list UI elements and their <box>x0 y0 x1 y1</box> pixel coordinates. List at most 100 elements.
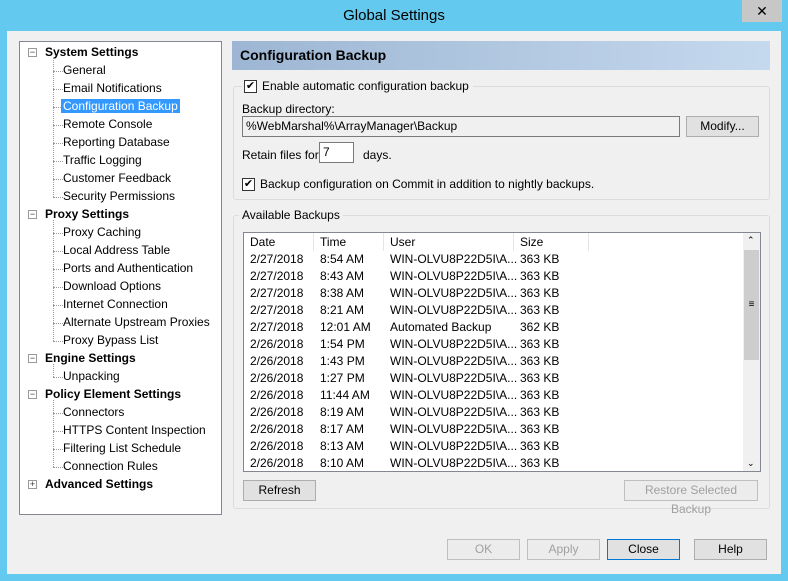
table-row[interactable]: 2/27/2018 8:54 AM WIN-OLVU8P22D5I\A... 363 … <box>244 251 744 268</box>
tree-item[interactable]: Configuration Backup <box>61 98 180 115</box>
table-row[interactable]: 2/26/2018 8:10 AM WIN-OLVU8P22D5I\A... 363 … <box>244 455 744 471</box>
close-button[interactable]: Close <box>607 539 680 560</box>
tree-item-label: Email Notifications <box>63 81 162 95</box>
column-header[interactable]: Time <box>314 233 384 251</box>
table-cell: 363 KB <box>520 405 560 419</box>
tree-item[interactable]: General <box>63 62 106 79</box>
scroll-up-icon[interactable]: ⌃ <box>747 235 755 246</box>
table-cell: 2/26/2018 <box>250 422 304 436</box>
tree-item[interactable]: Connection Rules <box>63 458 158 475</box>
table-row[interactable]: 2/27/2018 8:43 AM WIN-OLVU8P22D5I\A... 363 … <box>244 268 744 285</box>
settings-tree[interactable]: − System Settings General Email Notificatio… <box>19 41 222 515</box>
collapse-icon[interactable]: − <box>28 390 37 399</box>
tree-item[interactable]: Filtering List Schedule <box>63 440 181 457</box>
tree-item[interactable]: Remote Console <box>63 116 152 133</box>
table-cell: 363 KB <box>520 286 560 300</box>
tree-connector <box>53 58 54 197</box>
table-row[interactable]: 2/26/2018 1:43 PM WIN-OLVU8P22D5I\A... 363 … <box>244 353 744 370</box>
tree-group[interactable]: Advanced Settings <box>45 476 153 493</box>
enable-backup-checkbox[interactable]: ✔ Enable automatic configuration backup <box>242 78 473 95</box>
tree-item[interactable]: Email Notifications <box>63 80 162 97</box>
table-cell: 8:38 AM <box>320 286 365 300</box>
table-cell: 8:43 AM <box>320 269 365 283</box>
table-row[interactable]: 2/27/2018 12:01 AM Automated Backup 362 KB <box>244 319 744 336</box>
tree-connector <box>53 143 63 144</box>
ok-button[interactable]: OK <box>447 539 520 560</box>
table-row[interactable]: 2/26/2018 8:13 AM WIN-OLVU8P22D5I\A... 363 … <box>244 438 744 455</box>
refresh-button[interactable]: Refresh <box>243 480 316 501</box>
table-row[interactable]: 2/26/2018 11:44 AM WIN-OLVU8P22D5I\A... 363… <box>244 387 744 404</box>
tree-item[interactable]: Unpacking <box>63 368 120 385</box>
collapse-icon[interactable]: − <box>28 354 37 363</box>
window-close-button[interactable]: ✕ <box>742 0 782 22</box>
table-cell: WIN-OLVU8P22D5I\A... <box>390 337 518 351</box>
tree-connector <box>53 71 63 72</box>
table-cell: 363 KB <box>520 354 560 368</box>
table-cell: 363 KB <box>520 422 560 436</box>
tree-item[interactable]: Traffic Logging <box>63 152 142 169</box>
table-row[interactable]: 2/26/2018 8:19 AM WIN-OLVU8P22D5I\A... 363 … <box>244 404 744 421</box>
tree-item[interactable]: Alternate Upstream Proxies <box>63 314 210 331</box>
tree-item[interactable]: Local Address Table <box>63 242 170 259</box>
check-icon: ✔ <box>244 80 257 94</box>
column-header[interactable]: Date <box>244 233 314 251</box>
table-row[interactable]: 2/27/2018 8:38 AM WIN-OLVU8P22D5I\A... 363 … <box>244 285 744 302</box>
tree-item-label: Customer Feedback <box>63 171 172 185</box>
check-icon: ✔ <box>242 178 255 192</box>
tree-item[interactable]: Proxy Caching <box>63 224 141 241</box>
tree-item[interactable]: Reporting Database <box>63 134 170 151</box>
modify-button[interactable]: Modify... <box>686 116 759 137</box>
tree-connector <box>53 467 63 468</box>
tree-group[interactable]: Policy Element Settings <box>45 386 181 403</box>
tree-item[interactable]: Proxy Bypass List <box>63 332 158 349</box>
apply-button[interactable]: Apply <box>527 539 600 560</box>
enable-backup-label: Enable automatic configuration backup <box>262 79 469 93</box>
scroll-down-icon[interactable]: ⌄ <box>747 458 755 469</box>
table-cell: 2/27/2018 <box>250 269 304 283</box>
column-header[interactable]: Size <box>514 233 589 251</box>
tree-item[interactable]: Download Options <box>63 278 161 295</box>
expand-icon[interactable]: + <box>28 480 37 489</box>
collapse-icon[interactable]: − <box>28 210 37 219</box>
table-row[interactable]: 2/27/2018 8:21 AM WIN-OLVU8P22D5I\A... 363 … <box>244 302 744 319</box>
column-header[interactable]: User <box>384 233 514 251</box>
table-cell: 363 KB <box>520 456 560 470</box>
backup-directory-field[interactable]: %WebMarshal%\ArrayManager\Backup <box>242 116 680 137</box>
tree-group-label: Engine Settings <box>45 351 136 365</box>
tree-connector <box>53 233 63 234</box>
tree-item[interactable]: Internet Connection <box>63 296 168 313</box>
tree-group[interactable]: System Settings <box>45 44 138 61</box>
tree-connector <box>53 269 63 270</box>
list-scrollbar[interactable]: ⌃ ≡ ⌄ <box>743 233 760 471</box>
tree-item[interactable]: Ports and Authentication <box>63 260 193 277</box>
restore-backup-button[interactable]: Restore Selected Backup <box>624 480 758 516</box>
tree-item[interactable]: HTTPS Content Inspection <box>63 422 206 439</box>
table-cell: 2/27/2018 <box>250 252 304 266</box>
table-row[interactable]: 2/26/2018 8:17 AM WIN-OLVU8P22D5I\A... 363 … <box>244 421 744 438</box>
help-button[interactable]: Help <box>694 539 767 560</box>
tree-group[interactable]: Engine Settings <box>45 350 136 367</box>
table-row[interactable]: 2/26/2018 1:54 PM WIN-OLVU8P22D5I\A... 363 … <box>244 336 744 353</box>
commit-backup-checkbox[interactable]: ✔ Backup configuration on Commit in addit… <box>242 176 594 193</box>
table-cell: 363 KB <box>520 371 560 385</box>
table-cell: 363 KB <box>520 269 560 283</box>
table-cell: 1:43 PM <box>320 354 365 368</box>
table-cell: 362 KB <box>520 320 560 334</box>
tree-item[interactable]: Connectors <box>63 404 124 421</box>
table-cell: 363 KB <box>520 439 560 453</box>
available-backups-label: Available Backups <box>239 208 343 222</box>
tree-item-label: Filtering List Schedule <box>63 441 182 455</box>
table-cell: 2/27/2018 <box>250 320 304 334</box>
collapse-icon[interactable]: − <box>28 48 37 57</box>
table-row[interactable]: 2/26/2018 1:27 PM WIN-OLVU8P22D5I\A... 363 … <box>244 370 744 387</box>
tree-connector <box>53 125 63 126</box>
table-cell: WIN-OLVU8P22D5I\A... <box>390 422 518 436</box>
scroll-thumb[interactable]: ≡ <box>744 250 759 360</box>
tree-connector <box>53 89 63 90</box>
tree-group[interactable]: Proxy Settings <box>45 206 129 223</box>
tree-item[interactable]: Security Permissions <box>63 188 175 205</box>
tree-item[interactable]: Customer Feedback <box>63 170 171 187</box>
tree-item-label: Local Address Table <box>63 243 171 257</box>
retain-days-input[interactable]: 7 <box>319 142 354 163</box>
backups-list[interactable]: ⌃ ≡ ⌄ Date Time User Size 2/27/2018 8:54 AM WI… <box>243 232 761 472</box>
